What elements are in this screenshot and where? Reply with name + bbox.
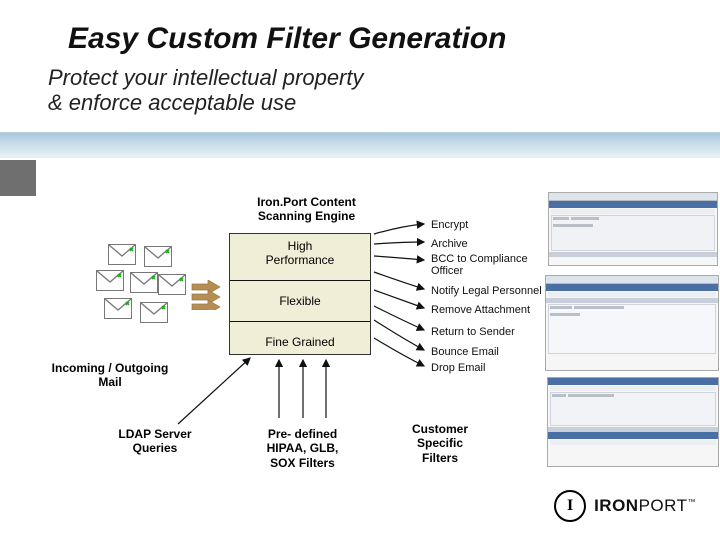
subtitle-line: & enforce acceptable use — [48, 90, 296, 115]
envelope-icon — [130, 272, 158, 293]
feature-high-performance: High Performance — [230, 226, 370, 280]
output-remove-attachment: Remove Attachment — [431, 304, 530, 316]
mail-cluster — [96, 244, 188, 334]
envelope-icon — [140, 302, 168, 323]
label-line: Filters — [422, 451, 458, 465]
envelope-icon — [96, 270, 124, 291]
engine-box: High Performance Flexible Fine Grained — [229, 233, 371, 355]
input-customer-filters: Customer Specific Filters — [395, 422, 485, 465]
label-line: Pre- defined — [268, 427, 337, 441]
input-predefined-filters: Pre- defined HIPAA, GLB, SOX Filters — [255, 427, 350, 470]
feature-fine-grained: Fine Grained — [230, 322, 370, 362]
mail-label-line: Incoming / Outgoing — [52, 361, 169, 375]
subtitle-line: Protect your intellectual property — [48, 65, 364, 90]
feature-line: High — [288, 239, 313, 253]
label-line: Specific — [417, 436, 463, 450]
input-ldap: LDAP Server Queries — [100, 427, 210, 456]
ui-thumbnail-dictionaries — [548, 192, 718, 266]
ui-thumbnail-quarantine — [547, 377, 719, 467]
slide-title: Easy Custom Filter Generation — [68, 22, 506, 56]
output-archive: Archive — [431, 238, 468, 250]
output-encrypt: Encrypt — [431, 219, 468, 231]
slide-subtitle: Protect your intellectual property & enf… — [48, 65, 364, 116]
divider-accent-square — [0, 160, 36, 196]
arrow-stack-icon — [190, 280, 222, 310]
engine-title-line: Scanning Engine — [258, 209, 355, 223]
mail-label-line: Mail — [98, 375, 121, 389]
divider-gradient — [0, 132, 720, 158]
mail-label: Incoming / Outgoing Mail — [30, 361, 190, 390]
label-line: Customer — [412, 422, 468, 436]
logo-mark-icon: I — [554, 490, 586, 522]
logo-text-iron: IRON — [594, 496, 639, 515]
envelope-icon — [108, 244, 136, 265]
engine-title: Iron.Port Content Scanning Engine — [239, 195, 374, 224]
feature-line: Performance — [266, 253, 335, 267]
envelope-icon — [158, 274, 186, 295]
label-line: LDAP Server — [118, 427, 191, 441]
envelope-icon — [104, 298, 132, 319]
label-line: Queries — [133, 441, 178, 455]
logo-text-port: PORT — [639, 496, 688, 515]
ui-thumbnail-content-filters — [545, 275, 719, 371]
output-bounce: Bounce Email — [431, 346, 499, 358]
output-bcc: BCC to Compliance Officer — [431, 253, 556, 277]
label-line: HIPAA, GLB, — [267, 441, 339, 455]
engine-title-line: Iron.Port Content — [257, 195, 356, 209]
trademark-symbol: ™ — [688, 497, 697, 506]
envelope-icon — [144, 246, 172, 267]
ironport-logo: I IRONPORT™ — [554, 490, 696, 522]
output-drop: Drop Email — [431, 362, 485, 374]
logo-wordmark: IRONPORT™ — [594, 496, 696, 516]
feature-flexible: Flexible — [230, 281, 370, 321]
output-return-to-sender: Return to Sender — [431, 326, 515, 338]
label-line: SOX Filters — [270, 456, 335, 470]
output-notify: Notify Legal Personnel — [431, 285, 542, 297]
